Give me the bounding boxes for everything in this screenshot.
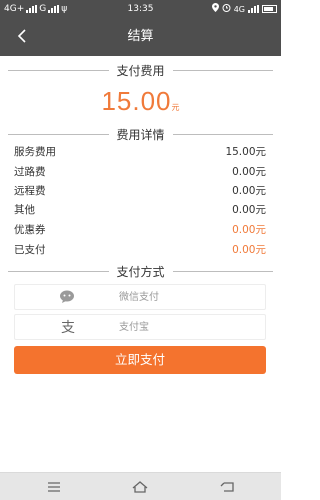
alarm-icon xyxy=(222,3,231,15)
menu-icon[interactable] xyxy=(44,479,64,495)
detail-row-paid: 已支付 0.00元 xyxy=(14,240,266,258)
system-nav-bar xyxy=(0,472,281,500)
detail-row-coupon: 优惠券 0.00元 xyxy=(14,220,266,238)
amount-unit: 元 xyxy=(171,103,180,112)
pay-now-button[interactable]: 立即支付 xyxy=(14,346,266,374)
status-bar: 4G+ G ψ 13:35 4G xyxy=(0,0,281,18)
detail-label: 过路费 xyxy=(14,165,46,178)
divider xyxy=(172,133,274,135)
detail-row-other: 其他 0.00元 xyxy=(14,200,266,218)
amount-value: 15.00 xyxy=(101,86,172,116)
divider xyxy=(8,69,109,71)
detail-value: 0.00元 xyxy=(232,243,266,256)
wechat-icon xyxy=(59,289,77,307)
detail-label: 服务费用 xyxy=(14,145,56,158)
section-fee-label: 支付费用 xyxy=(116,63,165,78)
network-type-3: 4G xyxy=(233,4,245,14)
detail-row-remote: 远程费 0.00元 xyxy=(14,181,266,199)
divider xyxy=(172,69,274,71)
divider xyxy=(8,133,109,135)
detail-label: 优惠券 xyxy=(14,223,46,236)
battery-icon xyxy=(262,5,277,13)
back-nav-icon[interactable] xyxy=(218,479,238,495)
location-icon xyxy=(211,3,219,15)
detail-value: 15.00元 xyxy=(225,145,266,158)
divider xyxy=(8,270,109,272)
payment-option-wechat[interactable]: 微信支付 xyxy=(14,284,266,310)
total-amount: 15.00元 xyxy=(0,86,281,117)
detail-label: 其他 xyxy=(14,203,35,216)
divider xyxy=(172,270,274,272)
payment-option-alipay[interactable]: 支 支付宝 xyxy=(14,314,266,340)
detail-row-toll: 过路费 0.00元 xyxy=(14,162,266,180)
payment-option-label: 支付宝 xyxy=(119,322,149,333)
status-right: 4G xyxy=(211,0,277,18)
payment-option-label: 微信支付 xyxy=(119,292,159,303)
detail-value: 0.00元 xyxy=(232,203,266,216)
title-bar: 结算 xyxy=(0,18,281,56)
detail-value: 0.00元 xyxy=(232,165,266,178)
detail-label: 远程费 xyxy=(14,184,46,197)
page-title: 结算 xyxy=(127,29,154,44)
detail-label: 已支付 xyxy=(14,243,46,256)
home-icon[interactable] xyxy=(130,479,150,495)
alipay-icon: 支 xyxy=(61,320,75,336)
section-details: 费用详情 xyxy=(8,127,274,142)
signal-icon-3 xyxy=(248,5,259,13)
section-details-label: 费用详情 xyxy=(116,127,165,142)
section-fee: 支付费用 xyxy=(8,63,274,78)
detail-value: 0.00元 xyxy=(232,184,266,197)
section-method-label: 支付方式 xyxy=(116,264,165,279)
detail-value: 0.00元 xyxy=(232,223,266,236)
detail-row-service: 服务费用 15.00元 xyxy=(14,142,266,160)
section-method: 支付方式 xyxy=(8,264,274,279)
